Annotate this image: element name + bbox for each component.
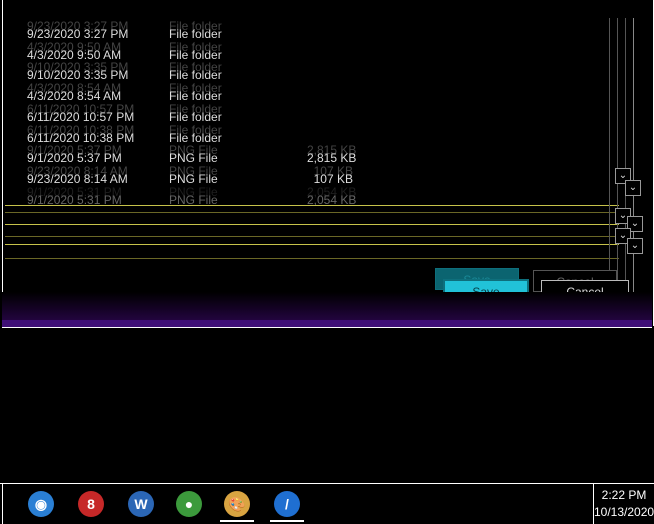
active-app-indicator <box>220 520 254 522</box>
paint-icon[interactable]: 🎨 <box>224 491 250 517</box>
clock-date: 10/13/2020 <box>594 505 654 519</box>
browser-icon[interactable]: ◉ <box>28 491 54 517</box>
divider <box>5 212 619 213</box>
app-8-icon[interactable]: 8 <box>78 491 104 517</box>
file-size: 2,054 KB <box>307 192 357 207</box>
clock-time: 2:22 PM <box>601 488 647 502</box>
divider <box>5 205 619 206</box>
active-app-indicator <box>270 520 304 522</box>
chevron-down-icon[interactable]: ⌄ <box>625 180 641 196</box>
divider <box>5 236 619 237</box>
file-type: PNG File <box>169 192 218 207</box>
divider <box>5 244 619 245</box>
chevron-down-icon[interactable]: ⌄ <box>627 238 643 254</box>
window-border <box>2 320 652 328</box>
divider <box>617 18 618 308</box>
divider <box>5 224 619 225</box>
file-row[interactable]: 9/1/2020 5:31 PM PNG File 2,054 KB 9/1/2020… <box>27 185 387 210</box>
taskbar: ◉ 8 W ● 🎨 / 2:22 PM 10/13/2020 <box>0 483 654 524</box>
divider <box>633 18 634 308</box>
editor-icon[interactable]: / <box>274 491 300 517</box>
globe-icon[interactable]: ● <box>176 491 202 517</box>
divider <box>2 484 3 524</box>
divider <box>5 258 619 259</box>
save-dialog: 9/23/2020 3:27 PM File folder 9/23/2020 3:… <box>2 0 654 326</box>
divider <box>625 18 626 308</box>
dialog-footer <box>2 292 652 320</box>
system-clock[interactable]: 2:22 PM 10/13/2020 <box>593 484 654 524</box>
divider <box>609 18 610 308</box>
file-date: 9/1/2020 5:31 PM <box>27 192 122 207</box>
word-icon[interactable]: W <box>128 491 154 517</box>
